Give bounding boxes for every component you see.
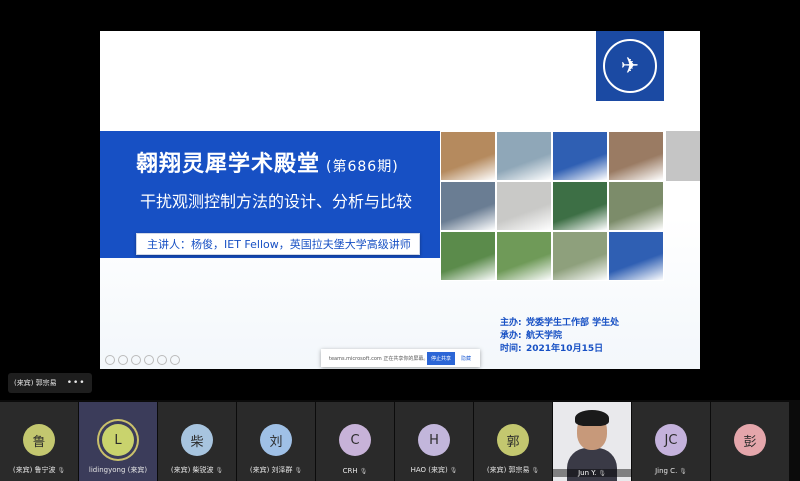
participant-name-label: lidingyong (来宾) (79, 465, 157, 475)
organizer-value: 2021年10月15日 (526, 344, 604, 354)
microphone-icon: 🎙 (215, 467, 224, 474)
more-options-button[interactable]: ••• (67, 378, 86, 388)
campus-photo (608, 181, 664, 231)
participant-video-hair (575, 410, 609, 426)
participant-name: (来宾) 郭宗易 (486, 466, 530, 474)
slides-icon[interactable] (144, 355, 154, 365)
participant-name: lidingyong (来宾) (88, 466, 148, 474)
organizer-info: 主办: 党委学生工作部 学生处 承办: 航天学院 时间: 2021年10月15日 (500, 317, 619, 356)
participant-tile[interactable]: C CRH 🎙 (316, 402, 394, 481)
campus-photo (552, 231, 608, 281)
campus-photo (496, 181, 552, 231)
decorative-block (666, 131, 700, 181)
participant-name: (来宾) 鲁宁波 (12, 466, 56, 474)
university-logo: ✈ (596, 31, 664, 101)
logo-emblem: ✈ (603, 39, 657, 93)
participant-name-label: Jing C. 🎙 (632, 467, 710, 475)
presenter-name: (来宾) 郭宗易 (14, 379, 57, 387)
presentation-slide: ✈ 翱翔灵犀学术殿堂 (第686期) 干扰观测控制方法的设计、分析与比较 主讲人：… (100, 31, 700, 369)
participant-tile[interactable]: Llidingyong (来宾) (79, 402, 157, 481)
campus-photo (608, 231, 664, 281)
microphone-icon: 🎙 (57, 467, 66, 474)
participant-name: HAO (来宾) (410, 466, 448, 474)
microphone-icon: 🎙 (598, 470, 606, 477)
participant-tile[interactable]: 柴 (来宾) 柴锐波 🎙 (158, 402, 236, 481)
more-options-icon[interactable] (170, 355, 180, 365)
participant-name: CRH (342, 467, 358, 475)
screen-share-bar: teams.microsoft.com 正在共享你的屏幕。 停止共享 隐藏 (321, 349, 480, 367)
microphone-icon: 🎙 (294, 467, 303, 474)
slide-toolbar[interactable] (105, 355, 180, 365)
participant-name-label: Jun Y. 🎙 (553, 469, 631, 477)
organizer-value: 航天学院 (526, 331, 563, 341)
microphone-icon: 🎙 (531, 467, 540, 474)
shared-screen-area: ✈ 翱翔灵犀学术殿堂 (第686期) 干扰观测控制方法的设计、分析与比较 主讲人：… (0, 0, 800, 400)
campus-photo (440, 231, 496, 281)
organizer-line: 承办: 航天学院 (500, 330, 619, 343)
participant-avatar: 柴 (181, 424, 213, 456)
organizer-label: 时间: (500, 344, 522, 354)
participant-tile[interactable]: 鲁 (来宾) 鲁宁波 🎙 (0, 402, 78, 481)
microphone-icon: 🎙 (679, 468, 687, 475)
campus-photo (496, 231, 552, 281)
organizer-line: 时间: 2021年10月15日 (500, 343, 619, 356)
participant-tile[interactable]: 彭 (711, 402, 789, 481)
campus-photo (440, 181, 496, 231)
share-status-text: teams.microsoft.com 正在共享你的屏幕。 (329, 355, 427, 362)
organizer-value: 党委学生工作部 学生处 (526, 318, 620, 328)
campus-photo (608, 131, 664, 181)
campus-photo (552, 131, 608, 181)
participant-name: (来宾) 柴锐波 (170, 466, 214, 474)
participant-tile[interactable]: 刘 (来宾) 刘泽群 🎙 (237, 402, 315, 481)
organizer-label: 承办: (500, 331, 522, 341)
slide-title-text: 翱翔灵犀学术殿堂 (136, 152, 321, 177)
participant-name: (来宾) 刘泽群 (249, 466, 293, 474)
slide-subtitle: 干扰观测控制方法的设计、分析与比较 (140, 192, 413, 211)
participant-avatar: 彭 (734, 424, 766, 456)
speaker-box: 主讲人：杨俊，IET Fellow，英国拉夫堡大学高级讲师 (136, 233, 420, 255)
campus-photo (496, 131, 552, 181)
participant-avatar: 郭 (497, 424, 529, 456)
issue-number: (第686期) (326, 159, 399, 175)
campus-photo (440, 131, 496, 181)
pen-icon[interactable] (131, 355, 141, 365)
organizer-label: 主办: (500, 318, 522, 328)
participant-name-label: HAO (来宾) 🎙 (395, 465, 473, 475)
stop-sharing-button[interactable]: 停止共享 (427, 351, 456, 365)
participant-name: Jun Y. (578, 469, 597, 477)
slide-title: 翱翔灵犀学术殿堂 (第686期) (136, 146, 399, 178)
participant-avatar: 刘 (260, 424, 292, 456)
participant-name: Jing C. (655, 467, 678, 475)
microphone-icon: 🎙 (359, 468, 368, 475)
participant-tile[interactable]: JC Jing C. 🎙 (632, 402, 710, 481)
participant-avatar: 鲁 (23, 424, 55, 456)
participant-tile[interactable]: Jun Y. 🎙 (553, 402, 631, 481)
campus-photo (552, 181, 608, 231)
next-slide-icon[interactable] (118, 355, 128, 365)
hide-share-bar-button[interactable]: 隐藏 (461, 355, 471, 362)
presenter-name-chip: (来宾) 郭宗易 ••• (8, 373, 92, 393)
participant-avatar: C (339, 424, 371, 456)
microphone-icon: 🎙 (449, 467, 458, 474)
participant-name-label: (来宾) 刘泽群 🎙 (237, 465, 315, 475)
campus-photo-grid (440, 131, 664, 281)
participant-name-label: (来宾) 鲁宁波 🎙 (0, 465, 78, 475)
participant-name-label: CRH 🎙 (316, 467, 394, 475)
participant-tile[interactable]: 郭 (来宾) 郭宗易 🎙 (474, 402, 552, 481)
prev-slide-icon[interactable] (105, 355, 115, 365)
participant-name-label: (来宾) 郭宗易 🎙 (474, 465, 552, 475)
participant-avatar: L (102, 424, 134, 456)
participant-avatar: JC (655, 424, 687, 456)
zoom-icon[interactable] (157, 355, 167, 365)
organizer-line: 主办: 党委学生工作部 学生处 (500, 317, 619, 330)
participant-name-label: (来宾) 柴锐波 🎙 (158, 465, 236, 475)
airplane-icon: ✈ (620, 53, 640, 79)
participant-tile[interactable]: H HAO (来宾) 🎙 (395, 402, 473, 481)
participant-strip: 鲁 (来宾) 鲁宁波 🎙 Llidingyong (来宾) 柴 (来宾) 柴锐波 🎙 刘 (来宾… (0, 402, 800, 481)
participant-avatar: H (418, 424, 450, 456)
